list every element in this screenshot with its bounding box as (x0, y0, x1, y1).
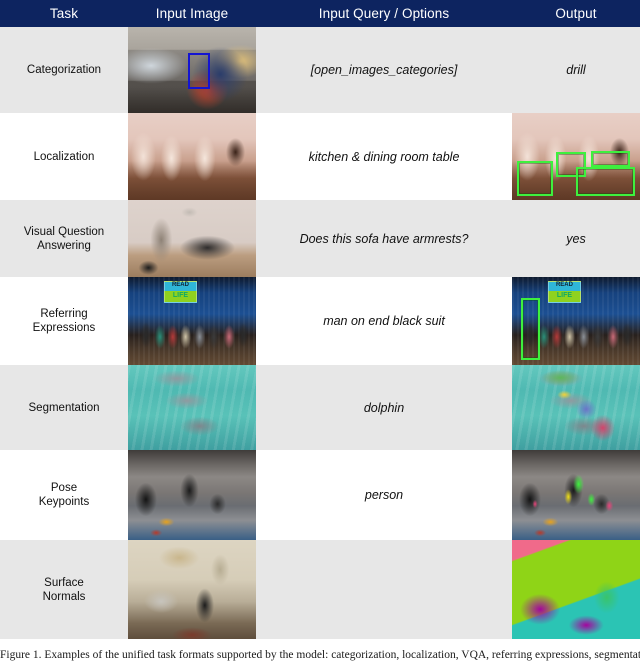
cell-task: Referring Expressions (0, 277, 128, 365)
output-text: drill (566, 63, 586, 77)
cell-input-image (128, 540, 256, 639)
output-text: yes (566, 231, 586, 246)
cell-input-image (128, 450, 256, 540)
query-text: kitchen & dining room table (308, 149, 460, 164)
task-label-line: Answering (37, 239, 91, 252)
table-row: Visual Question Answering Does this sofa … (0, 200, 640, 277)
task-label-line: Keypoints (38, 496, 90, 508)
table-body: Categorization [open_images_categories] … (0, 27, 640, 639)
task-label-line: Surface (44, 576, 84, 589)
cell-input-image (128, 365, 256, 450)
table-row: Categorization [open_images_categories] … (0, 27, 640, 113)
cell-task: Localization (0, 113, 128, 200)
query-text: [open_images_categories] (310, 63, 458, 77)
cell-query: kitchen & dining room table (256, 113, 512, 200)
figure-caption-text: Figure 1. Examples of the unified task f… (0, 649, 640, 661)
table-header-row: Task Input Image Input Query / Options O… (0, 0, 640, 27)
input-image (128, 113, 256, 200)
cell-input-image (128, 200, 256, 277)
task-label-line: Expressions (32, 322, 96, 334)
column-header-query: Input Query / Options (318, 6, 450, 21)
task-label: Visual Question Answering (24, 225, 104, 253)
output-image (512, 450, 640, 540)
cell-query: dolphin (256, 365, 512, 450)
query-text: Does this sofa have armrests? (299, 231, 469, 246)
input-image (128, 200, 256, 277)
table-row: Segmentation dolphin (0, 365, 640, 450)
task-label-line: Referring (40, 308, 88, 320)
cell-output: READ LIFE (512, 277, 640, 365)
column-header-input-image: Input Image (155, 6, 229, 21)
poster-line-2: LIFE (556, 291, 573, 299)
task-label-line: Visual Question (23, 225, 105, 238)
cell-query (256, 540, 512, 639)
query-text: person (364, 488, 404, 502)
task-label: Categorization (27, 63, 101, 77)
input-image (128, 450, 256, 540)
input-image (128, 540, 256, 639)
cell-input-image: READ LIFE (128, 277, 256, 365)
cell-output (512, 450, 640, 540)
task-label: Referring Expressions (33, 307, 96, 335)
cell-task: Surface Normals (0, 540, 128, 639)
task-label-line: Categorization (26, 64, 102, 76)
column-header-output: Output (555, 6, 597, 21)
output-image: READ LIFE (512, 277, 640, 365)
cell-task: Segmentation (0, 365, 128, 450)
cell-input-image (128, 27, 256, 113)
output-image (512, 540, 640, 639)
task-label: Localization (34, 150, 95, 164)
cell-input-image (128, 113, 256, 200)
poster-line-1: READ (555, 282, 573, 289)
input-image (128, 27, 256, 113)
task-label: Segmentation (29, 401, 100, 415)
poster-line-1: READ (171, 282, 189, 289)
cell-task: Categorization (0, 27, 128, 113)
cell-task: Visual Question Answering (0, 200, 128, 277)
output-image (512, 365, 640, 450)
task-label-line: Pose (50, 482, 78, 494)
cell-query: person (256, 450, 512, 540)
task-label: Pose Keypoints (39, 481, 90, 509)
task-label-line: Localization (33, 150, 95, 163)
cell-task: Pose Keypoints (0, 450, 128, 540)
table-row: Referring Expressions READ LIFE man on en… (0, 277, 640, 365)
poster-line-2: LIFE (172, 291, 189, 299)
cell-query: [open_images_categories] (256, 27, 512, 113)
cell-output (512, 365, 640, 450)
input-image: READ LIFE (128, 277, 256, 365)
task-label-line: Segmentation (28, 401, 100, 414)
cell-output (512, 113, 640, 200)
cell-output: yes (512, 200, 640, 277)
task-label: Surface Normals (43, 576, 86, 604)
query-text: dolphin (363, 400, 405, 415)
query-text: man on end black suit (323, 314, 445, 328)
input-image (128, 365, 256, 450)
output-image (512, 113, 640, 200)
task-label-line: Normals (42, 590, 86, 603)
figure-caption: Figure 1. Examples of the unified task f… (0, 648, 640, 666)
table-row: Pose Keypoints person (0, 450, 640, 540)
table-row: Surface Normals (0, 540, 640, 639)
cell-output (512, 540, 640, 639)
cell-query: Does this sofa have armrests? (256, 200, 512, 277)
column-header-task: Task (49, 6, 79, 21)
figure-table: Task Input Image Input Query / Options O… (0, 0, 640, 666)
table-row: Localization kitchen & dining room table (0, 113, 640, 200)
cell-output: drill (512, 27, 640, 113)
cell-query: man on end black suit (256, 277, 512, 365)
